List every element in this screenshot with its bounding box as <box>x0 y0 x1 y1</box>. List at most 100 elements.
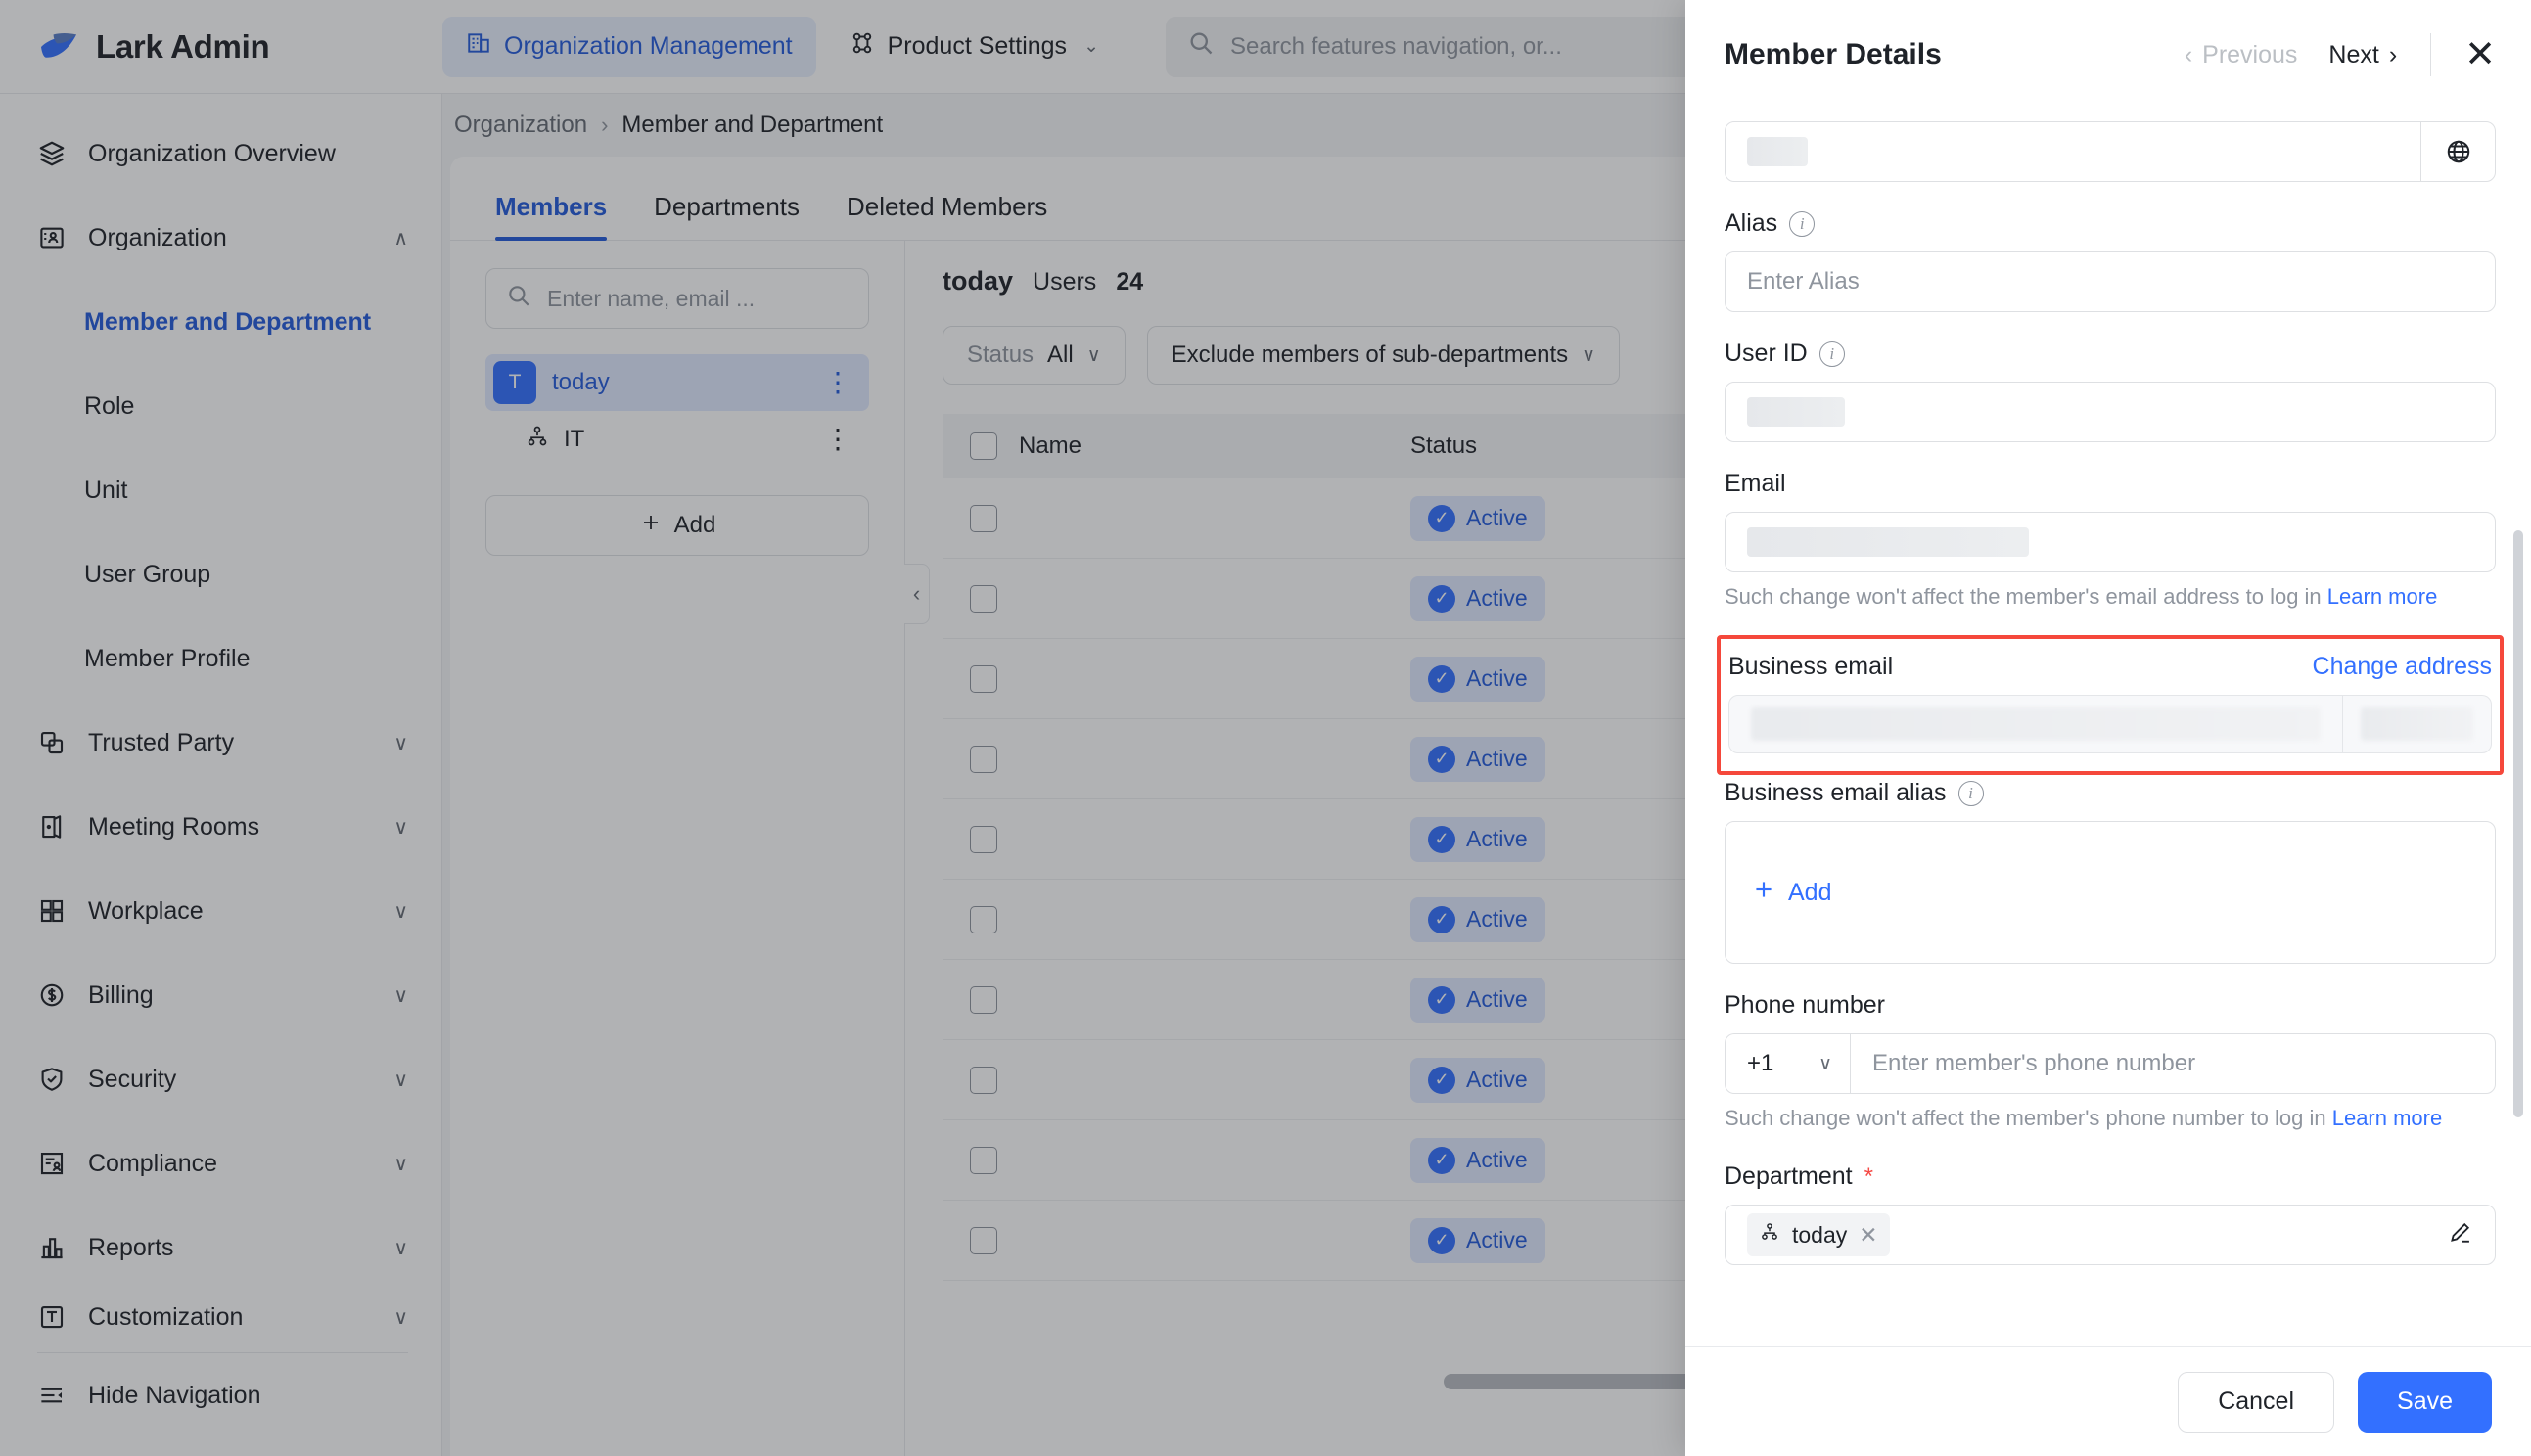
sidebar-item-organization-overview[interactable]: Organization Overview <box>0 112 441 196</box>
phone-learn-more-link[interactable]: Learn more <box>2332 1106 2443 1130</box>
department-select[interactable]: today ✕ <box>1725 1205 2496 1265</box>
previous-member-button[interactable]: ‹ Previous <box>2185 41 2298 69</box>
cell-status: ✓ Active <box>1410 1057 1704 1103</box>
chevron-up-icon[interactable]: ∧ <box>393 226 408 250</box>
status-label: Active <box>1466 585 1528 611</box>
cancel-button[interactable]: Cancel <box>2178 1371 2335 1433</box>
info-icon[interactable]: i <box>1818 341 1845 367</box>
cell-status: ✓ Active <box>1410 656 1704 702</box>
row-checkbox[interactable] <box>943 1146 1019 1174</box>
business-email-alias-label: Business email alias <box>1725 779 1947 806</box>
row-checkbox[interactable] <box>943 745 1019 773</box>
alias-input[interactable]: Enter Alias <box>1725 251 2496 312</box>
hide-navigation-button[interactable]: Hide Navigation <box>0 1353 441 1437</box>
department-label-row: Department * <box>1725 1162 2496 1191</box>
topnav-product-settings[interactable]: Product Settings ⌄ <box>826 17 1123 77</box>
add-business-email-alias-button[interactable]: Add <box>1751 877 1831 909</box>
sidebar-item-organization[interactable]: Organization ∧ <box>0 196 441 280</box>
chevron-down-icon[interactable]: ∨ <box>393 1305 408 1330</box>
filter-status-value: All <box>1047 341 1074 368</box>
chevron-down-icon[interactable]: ∨ <box>393 1236 408 1260</box>
users-label: Users <box>1033 268 1097 296</box>
more-vertical-icon[interactable]: ⋮ <box>824 425 851 452</box>
row-checkbox[interactable] <box>943 664 1019 693</box>
row-checkbox[interactable] <box>943 584 1019 613</box>
email-learn-more-link[interactable]: Learn more <box>2327 584 2438 609</box>
name-input[interactable] <box>1725 121 2496 182</box>
copy-icon <box>37 728 67 757</box>
close-icon[interactable]: ✕ <box>1859 1222 1877 1249</box>
sidebar-item-workplace[interactable]: Workplace ∨ <box>0 869 441 953</box>
chevron-down-icon[interactable]: ∨ <box>393 815 408 840</box>
plus-icon <box>1751 877 1776 909</box>
globe-icon[interactable] <box>2420 122 2495 181</box>
phone-number-input[interactable]: Enter member's phone number <box>1850 1033 2496 1094</box>
chevron-down-icon[interactable]: ∨ <box>393 899 408 924</box>
users-count: 24 <box>1116 268 1144 296</box>
check-circle-icon: ✓ <box>1428 985 1455 1014</box>
sidebar-item-customization[interactable]: Customization ∨ <box>0 1290 441 1344</box>
select-all-checkbox[interactable] <box>943 432 1019 460</box>
sidebar-item-member-profile[interactable]: Member Profile <box>0 616 441 701</box>
close-icon[interactable]: ✕ <box>2464 36 2496 73</box>
save-button[interactable]: Save <box>2358 1371 2492 1433</box>
sidebar-item-meeting-rooms[interactable]: Meeting Rooms ∨ <box>0 785 441 869</box>
topnav-organization-management[interactable]: Organization Management <box>442 16 816 77</box>
tab-members[interactable]: Members <box>495 192 608 241</box>
email-input[interactable] <box>1725 512 2496 572</box>
pencil-icon[interactable] <box>2446 1219 2473 1251</box>
column-header-status: Status <box>1410 432 1478 459</box>
sidebar-item-member-and-department[interactable]: Member and Department <box>0 280 441 364</box>
sidebar-item-trusted-party[interactable]: Trusted Party ∨ <box>0 701 441 785</box>
row-checkbox[interactable] <box>943 905 1019 933</box>
row-checkbox[interactable] <box>943 825 1019 853</box>
drawer-vertical-scrollbar[interactable] <box>2513 530 2523 1117</box>
department-node-today[interactable]: T today ⋮ <box>485 354 869 411</box>
sidebar-item-compliance[interactable]: Compliance ∨ <box>0 1121 441 1206</box>
sidebar-item-unit[interactable]: Unit <box>0 448 441 532</box>
change-address-link[interactable]: Change address <box>2313 653 2492 681</box>
filter-status[interactable]: Status All ∨ <box>943 326 1126 385</box>
tab-label: Deleted Members <box>847 192 1048 221</box>
country-code-select[interactable]: +1 ∨ <box>1725 1033 1850 1094</box>
sidebar-item-label: User Group <box>84 560 211 588</box>
department-search-input[interactable]: Enter name, email ... <box>485 268 869 329</box>
sidebar-item-user-group[interactable]: User Group <box>0 532 441 616</box>
row-checkbox[interactable] <box>943 1066 1019 1094</box>
chevron-down-icon[interactable]: ∨ <box>393 1152 408 1176</box>
sidebar-item-label: Reports <box>88 1233 174 1261</box>
chevron-down-icon[interactable]: ∨ <box>393 1068 408 1092</box>
sidebar-item-role[interactable]: Role <box>0 364 441 448</box>
add-department-button[interactable]: Add <box>485 495 869 556</box>
collapse-nav-icon <box>37 1381 67 1410</box>
sidebar-item-security[interactable]: Security ∨ <box>0 1037 441 1121</box>
brand-title: Lark Admin <box>96 27 270 65</box>
sidebar-item-reports[interactable]: Reports ∨ <box>0 1206 441 1290</box>
chevron-down-icon[interactable]: ∨ <box>393 983 408 1008</box>
info-icon[interactable]: i <box>1789 210 1816 237</box>
info-icon[interactable]: i <box>1957 780 1984 806</box>
next-member-button[interactable]: Next › <box>2328 41 2397 69</box>
more-vertical-icon[interactable]: ⋮ <box>824 368 851 395</box>
next-label: Next <box>2328 40 2379 68</box>
phone-placeholder: Enter member's phone number <box>1872 1050 2196 1076</box>
row-checkbox[interactable] <box>943 985 1019 1014</box>
status-label: Active <box>1466 1147 1528 1172</box>
sidebar-item-billing[interactable]: Billing ∨ <box>0 953 441 1037</box>
filter-sub-departments[interactable]: Exclude members of sub-departments ∨ <box>1146 326 1621 385</box>
tab-label: Departments <box>654 192 800 221</box>
global-search-placeholder: Search features navigation, or... <box>1229 32 1562 60</box>
tab-deleted-members[interactable]: Deleted Members <box>847 192 1047 240</box>
breadcrumb-parent[interactable]: Organization <box>454 112 587 139</box>
chevron-right-icon: › <box>601 113 609 137</box>
chevron-right-icon: › <box>2388 40 2398 68</box>
department-node-it[interactable]: IT ⋮ <box>485 411 869 468</box>
row-checkbox[interactable] <box>943 1226 1019 1254</box>
country-code-value: +1 <box>1747 1050 1774 1076</box>
user-id-input[interactable] <box>1725 382 2496 442</box>
row-checkbox[interactable] <box>943 504 1019 532</box>
check-circle-icon: ✓ <box>1428 504 1455 532</box>
tab-departments[interactable]: Departments <box>654 192 800 240</box>
collapse-department-panel-button[interactable]: ‹ <box>904 564 930 624</box>
chevron-down-icon[interactable]: ∨ <box>393 731 408 755</box>
